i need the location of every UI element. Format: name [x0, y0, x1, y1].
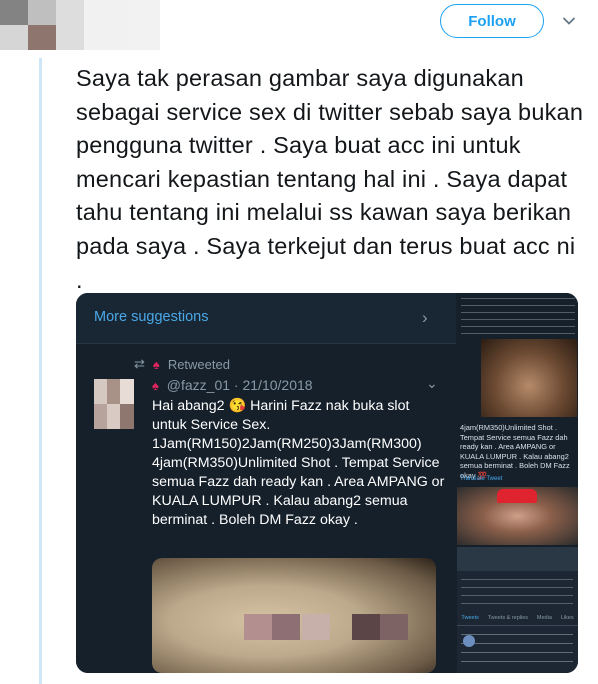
chevron-down-icon[interactable]: [562, 14, 576, 28]
pixel-block: [302, 614, 330, 640]
pixel-block: [352, 614, 380, 640]
retweet-row: ⇄ ♠ Retweeted: [134, 356, 230, 372]
chevron-down-icon: ⌄: [426, 375, 438, 391]
thumb-3[interactable]: Tweets Tweets & replies Media Likes: [457, 547, 578, 673]
red-cap: [497, 489, 537, 503]
pixel-block: [272, 614, 300, 640]
avatar[interactable]: [0, 0, 160, 50]
thumb-image: [481, 339, 577, 417]
translate-link: Translate Tweet: [460, 476, 503, 482]
thumb-text: [461, 295, 575, 335]
handle-row: ♠ @fazz_01 · 21/10/2018: [152, 377, 313, 393]
avatar-pixel: [0, 0, 28, 25]
thumb-row: [461, 629, 573, 669]
tab-tweets: Tweets: [461, 615, 479, 621]
pixel-block: [244, 614, 272, 640]
screenshot-main[interactable]: More suggestions › ⇄ ♠ Retweeted ♠ @fazz…: [76, 293, 456, 673]
thumb-column: 4jam(RM350)Unlimited Shot . Tempat Servi…: [457, 293, 578, 673]
suggestions-bar: More suggestions ›: [76, 293, 456, 344]
suggestions-label: More suggestions: [94, 309, 209, 325]
screenshot-body: Hai abang2 😘 Harini Fazz nak buka slot u…: [152, 398, 445, 528]
follow-button[interactable]: Follow: [440, 4, 544, 38]
tab-likes: Likes: [560, 615, 574, 621]
thumb-text: [461, 575, 573, 609]
blurred-photo: [152, 558, 436, 673]
avatar-pixel: [0, 25, 28, 50]
handle-date: @fazz_01 · 21/10/2018: [166, 377, 313, 393]
tab-media: Media: [536, 615, 552, 621]
thumb-header: [457, 547, 578, 571]
profile-tabs: Tweets Tweets & replies Media Likes: [457, 615, 578, 626]
thumb-2[interactable]: 4jam(RM350)Unlimited Shot . Tempat Servi…: [457, 421, 578, 545]
tweet-text: Saya tak perasan gambar saya digunakan s…: [76, 65, 584, 293]
thumb-text: 4jam(RM350)Unlimited Shot . Tempat Servi…: [460, 423, 570, 480]
blurred-avatar: [94, 379, 134, 429]
tweet-media[interactable]: More suggestions › ⇄ ♠ Retweeted ♠ @fazz…: [76, 293, 578, 673]
thread-line: [39, 58, 42, 684]
chevron-right-icon: ›: [422, 308, 428, 327]
maple-leaf-icon: ♠: [152, 378, 159, 393]
avatar-pixel: [28, 25, 56, 50]
pixel-block: [380, 614, 408, 640]
maple-leaf-icon: ♠: [152, 356, 160, 372]
avatar: [463, 635, 475, 647]
retweeted-label: Retweeted: [167, 356, 230, 372]
thumb-1[interactable]: [457, 293, 578, 419]
retweet-icon: ⇄: [134, 356, 145, 371]
tab-replies: Tweets & replies: [487, 615, 529, 621]
